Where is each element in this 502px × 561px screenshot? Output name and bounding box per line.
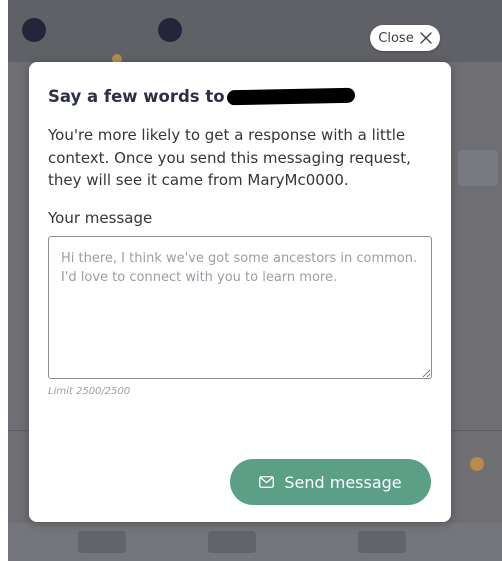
background-tile	[458, 150, 498, 186]
close-button[interactable]: Close	[370, 25, 440, 51]
send-message-button[interactable]: Send message	[230, 459, 431, 505]
close-x-icon	[420, 32, 432, 44]
dialog-title: Say a few words to	[48, 86, 225, 106]
background-avatar	[22, 18, 46, 42]
message-input[interactable]	[48, 235, 432, 379]
send-message-label: Send message	[284, 472, 402, 492]
background-avatar	[158, 18, 182, 42]
background-footer-item	[358, 531, 406, 553]
message-dialog: Say a few words to You're more likely to…	[29, 62, 451, 522]
dialog-intro-text: You're more likely to get a response wit…	[48, 126, 411, 189]
envelope-icon	[259, 476, 275, 488]
background-footer-item	[208, 531, 256, 553]
background-marker	[470, 457, 484, 471]
background-footer-item	[78, 531, 126, 553]
character-limit: Limit 2500/2500	[48, 385, 131, 397]
dialog-title-row: Say a few words to	[48, 84, 432, 108]
background-footer	[8, 523, 502, 561]
close-button-label: Close	[378, 30, 414, 46]
message-field-label: Your message	[48, 208, 153, 227]
redacted-recipient-name	[226, 87, 355, 105]
